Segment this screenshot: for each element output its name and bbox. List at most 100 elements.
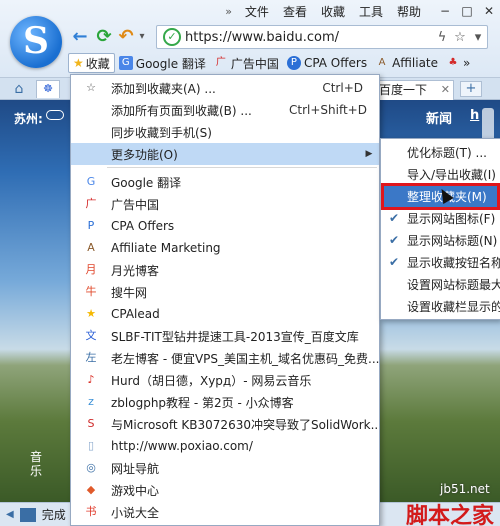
submenu-item[interactable]: ✔ 显示收藏按钮名称 [381, 251, 500, 273]
solidworks-icon: S [87, 417, 95, 430]
submenu-item[interactable]: 导入/导出收藏(I) [381, 163, 500, 185]
bookmark-item[interactable]: 广 广告中国 [71, 193, 379, 215]
bookmark-item[interactable]: 书 小说大全 [71, 501, 379, 523]
sogou-browser-logo[interactable] [10, 16, 62, 68]
menu-add-all-pages[interactable]: 添加所有页面到收藏(B) ... Ctrl+Shift+D [71, 99, 379, 121]
submenu-item[interactable]: 设置收藏栏显示的 [381, 295, 500, 317]
favorites-button[interactable]: ★ 收藏 [68, 53, 115, 73]
bookmark-item[interactable]: ▯ http://www.poxiao.com/ [71, 435, 379, 457]
nav-h-link[interactable]: h [470, 108, 479, 123]
bookmark-label: http://www.poxiao.com/ [111, 439, 253, 453]
bookmark-label: 小说大全 [111, 505, 160, 520]
minimize-button[interactable]: − [434, 1, 456, 21]
google-translate-icon: G [118, 56, 133, 70]
moonlight-blog-icon: 月 [85, 263, 97, 276]
favorites-more-icon[interactable]: » [463, 56, 470, 70]
menu-chevron-icon[interactable]: » [219, 5, 238, 18]
bookmark-item[interactable]: 月 月光博客 [71, 259, 379, 281]
refresh-button[interactable]: ⟳ [92, 25, 116, 49]
baidu-wenku-icon: 文 [85, 329, 97, 342]
ad-china-icon: 广 [85, 197, 97, 210]
bookmark-label: 广告中国 [111, 197, 160, 212]
window-controls: − □ ✕ [434, 1, 500, 21]
novel-icon: 书 [85, 505, 97, 518]
bookmark-label: 与Microsoft KB3072630冲突导致了SolidWork... [111, 417, 379, 432]
star-icon[interactable]: ☆ [451, 30, 469, 45]
submenu-item[interactable]: ✔ 显示网站标题(N) [381, 229, 500, 251]
address-bar[interactable]: ✓ https://www.baidu.com/ ϟ ☆ ▾ [156, 25, 488, 49]
home-icon[interactable]: ⌂ [8, 80, 30, 98]
bookmark-item[interactable]: ◎ 网址导航 [71, 457, 379, 479]
submenu-arrow-icon: ▶ [365, 149, 373, 159]
bookmark-label: 搜牛网 [111, 285, 148, 300]
secure-shield-icon[interactable]: ✓ [163, 28, 181, 46]
fav-item-label: Affiliate [392, 56, 439, 70]
menu-help[interactable]: 帮助 [390, 3, 428, 20]
undo-dropdown-icon[interactable]: ▾ [136, 25, 148, 49]
zblog-icon: z [88, 395, 94, 408]
cloud-icon [46, 110, 64, 120]
netease-music-icon: ♪ [87, 373, 95, 386]
weather-city[interactable]: 苏州: [14, 110, 43, 127]
menu-sync-to-phone[interactable]: 同步收藏到手机(S) [71, 121, 379, 143]
nav-news-link[interactable]: 新闻 [426, 108, 452, 127]
bookmark-item[interactable]: A Affiliate Marketing [71, 237, 379, 259]
maximize-button[interactable]: □ [456, 1, 478, 21]
blank-icon [83, 124, 99, 140]
address-url[interactable]: https://www.baidu.com/ [185, 30, 433, 45]
bookmark-item[interactable]: S 与Microsoft KB3072630冲突导致了SolidWork... [71, 413, 380, 435]
menu-more-functions[interactable]: 更多功能(O) ▶ [71, 143, 379, 165]
tab-baidu-active[interactable]: 百度一下 ✕ [374, 80, 454, 100]
status-page-icon [19, 507, 36, 522]
lightning-icon[interactable]: ϟ [433, 30, 451, 45]
menu-tools[interactable]: 工具 [352, 3, 390, 20]
fav-item-label: Google 翻译 [135, 56, 206, 71]
sidebar-toggle-icon[interactable]: ◀ [6, 509, 14, 520]
google-translate-icon: G [86, 175, 96, 188]
fav-item-affiliate[interactable]: A Affiliate [375, 56, 438, 70]
watermark-site: jb51.net [440, 482, 490, 496]
close-window-button[interactable]: ✕ [478, 1, 500, 21]
menu-shortcut: Ctrl+D [322, 81, 363, 95]
menu-add-bookmark[interactable]: ☆ 添加到收藏夹(A) ... Ctrl+D [71, 77, 379, 99]
fav-item-cpa-offers[interactable]: P CPA Offers [286, 56, 367, 70]
bookmark-label: 月光博客 [111, 263, 160, 278]
bookmark-item[interactable]: z zblogphp教程 - 第2页 - 小众博客 [71, 391, 379, 413]
check-icon: ✔ [388, 211, 400, 225]
fav-item-extra[interactable]: ♣ » [446, 56, 471, 70]
menu-favorites[interactable]: 收藏 [314, 3, 352, 20]
menu-item-label: 更多功能(O) [111, 147, 178, 162]
bookmark-label: Google 翻译 [111, 175, 182, 190]
affiliate-icon: A [87, 241, 95, 254]
bookmark-item[interactable]: 左 老左博客 - 便宜VPS_美国主机_域名优惠码_免费... [71, 347, 380, 369]
bookmark-item[interactable]: 文 SLBF-TIT型钻井提速工具-2013宣传_百度文库 [71, 325, 379, 347]
bookmark-item[interactable]: P CPA Offers [71, 215, 379, 237]
fav-item-google-translate[interactable]: G Google 翻译 [118, 55, 206, 72]
menu-file[interactable]: 文件 [238, 3, 276, 20]
address-dropdown-icon[interactable]: ▾ [469, 30, 487, 45]
bookmark-item[interactable]: ♪ Hurd（胡日德，Хурд）- 网易云音乐 [71, 369, 379, 391]
bookmark-item[interactable]: ★ CPAlead [71, 303, 379, 325]
game-center-icon: ◆ [86, 483, 96, 496]
bookmark-item[interactable]: ◆ 游戏中心 [71, 479, 379, 501]
music-link[interactable]: 音乐 [30, 450, 44, 478]
bookmark-item[interactable]: G Google 翻译 [71, 171, 379, 193]
ad-china-icon: 广 [215, 57, 226, 68]
submenu-item[interactable]: 设置网站标题最大 [381, 273, 500, 295]
submenu-item-label: 显示网站标题(N) [407, 233, 498, 248]
new-tab-button[interactable]: + [460, 81, 482, 97]
bookmark-item[interactable]: 牛 搜牛网 [71, 281, 379, 303]
tab-baidu-pinned[interactable]: ☸ [36, 80, 60, 98]
submenu-item[interactable]: 优化标题(T) ... [381, 141, 500, 163]
cpalead-icon: ★ [86, 307, 96, 320]
cpa-offers-icon: P [286, 56, 301, 70]
tab-close-icon[interactable]: ✕ [441, 81, 450, 99]
submenu-item[interactable]: ✔ 显示网站图标(F) [381, 207, 500, 229]
menu-item-label: 同步收藏到手机(S) [111, 125, 212, 140]
fav-item-ad-china[interactable]: 广 广告中国 [214, 55, 279, 72]
menu-view[interactable]: 查看 [276, 3, 314, 20]
favorites-star-icon: ★ [73, 56, 84, 70]
undo-close-button[interactable]: ↶ [116, 25, 136, 49]
back-button[interactable]: ← [68, 25, 92, 49]
cpa-offers-icon: P [87, 219, 95, 232]
